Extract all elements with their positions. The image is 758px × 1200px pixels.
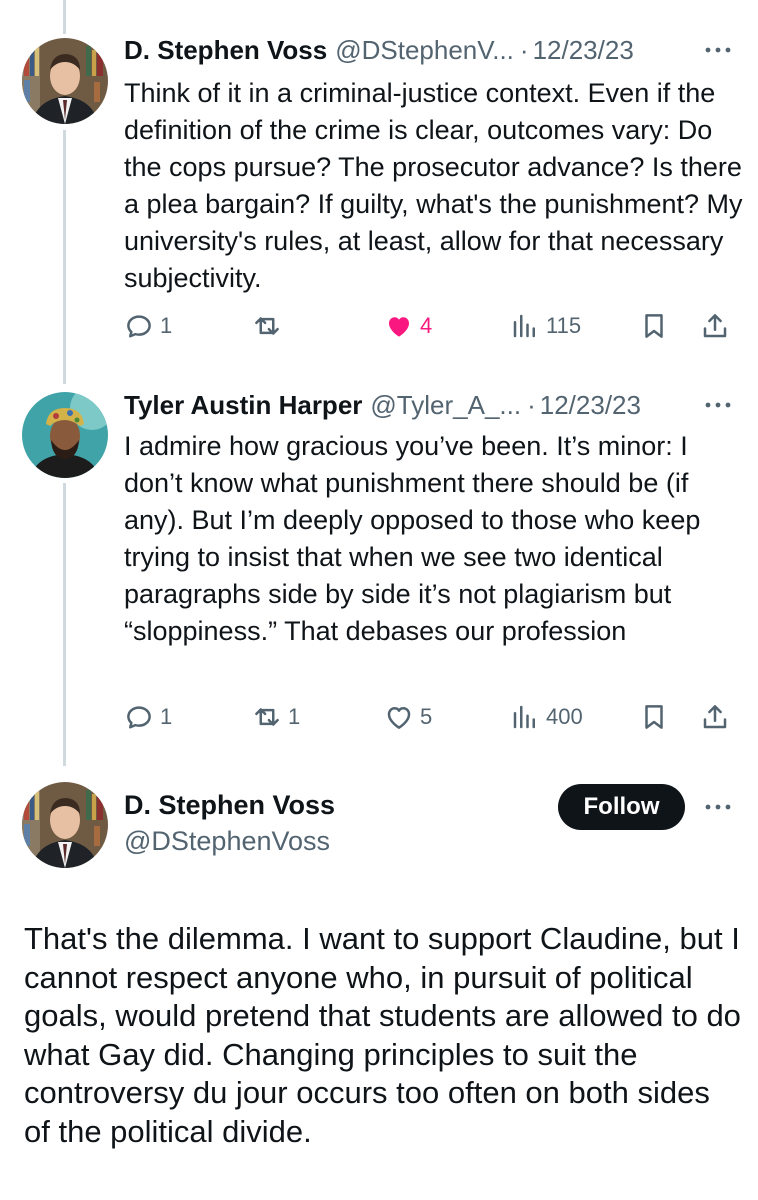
tweet-text: I admire how gracious you’ve been. It’s …	[124, 431, 701, 646]
bookmark-button[interactable]	[639, 697, 669, 737]
bookmark-button[interactable]	[639, 306, 669, 346]
retweet-icon	[255, 317, 279, 335]
views-icon	[513, 314, 535, 338]
like-count: 5	[420, 704, 433, 729]
bookmark-icon	[645, 314, 663, 338]
like-count: 4	[420, 313, 433, 338]
tweet-text: That's the dilemma. I want to support Cl…	[24, 921, 741, 1149]
reply-count: 1	[160, 704, 173, 729]
thread-line-top	[63, 0, 66, 34]
tweet-actions: 1 4 115	[124, 306, 744, 346]
tweet-text: Think of it in a criminal-justice contex…	[124, 78, 743, 293]
author-handle[interactable]: @Tyler_A_...	[370, 390, 521, 421]
share-button[interactable]	[700, 697, 730, 737]
tweet-header: D. Stephen Voss @DStephenV... · 12/23/23	[124, 32, 634, 68]
author-name[interactable]: Tyler Austin Harper	[124, 390, 362, 421]
bookmark-icon	[645, 705, 663, 729]
separator-dot: ·	[519, 34, 529, 65]
tweet-date[interactable]: 12/23/23	[540, 390, 641, 421]
like-icon	[389, 317, 409, 337]
author-handle[interactable]: @DStephenVoss	[124, 826, 330, 857]
thread-line-2	[63, 483, 66, 766]
retweet-button[interactable]	[252, 306, 288, 346]
more-dots-icon[interactable]	[700, 32, 736, 68]
more-dots-icon[interactable]	[700, 387, 736, 423]
reply-button[interactable]: 1	[124, 697, 172, 737]
tweet-date[interactable]: 12/23/23	[533, 35, 634, 66]
share-icon	[703, 314, 727, 338]
avatar[interactable]	[22, 782, 108, 868]
tweet-actions: 1 1 5 400	[124, 697, 744, 737]
views-button[interactable]: 115	[510, 306, 581, 346]
like-icon	[387, 707, 411, 729]
views-count: 400	[546, 704, 583, 729]
avatar[interactable]	[22, 392, 108, 478]
views-icon	[513, 705, 535, 729]
retweet-button[interactable]: 1	[252, 697, 300, 737]
thread-line-1	[63, 130, 66, 384]
author-handle[interactable]: @DStephenV...	[335, 35, 514, 66]
retweet-icon	[255, 708, 279, 726]
share-button[interactable]	[700, 306, 730, 346]
reply-button[interactable]: 1	[124, 306, 172, 346]
reply-count: 1	[160, 313, 173, 338]
retweet-count: 1	[288, 704, 301, 729]
views-count: 115	[546, 313, 582, 338]
follow-button[interactable]: Follow	[558, 784, 685, 830]
tweet-header: Tyler Austin Harper @Tyler_A_... · 12/23…	[124, 387, 641, 423]
share-icon	[703, 705, 727, 729]
views-button[interactable]: 400	[510, 697, 583, 737]
reply-icon	[127, 315, 151, 338]
like-button[interactable]: 4	[384, 306, 432, 346]
more-dots-icon[interactable]	[700, 789, 736, 825]
author-name[interactable]: D. Stephen Voss	[124, 790, 335, 821]
like-button[interactable]: 5	[384, 697, 432, 737]
separator-dot: ·	[527, 389, 536, 420]
avatar[interactable]	[22, 38, 108, 124]
reply-icon	[127, 706, 151, 729]
author-name[interactable]: D. Stephen Voss	[124, 35, 327, 66]
